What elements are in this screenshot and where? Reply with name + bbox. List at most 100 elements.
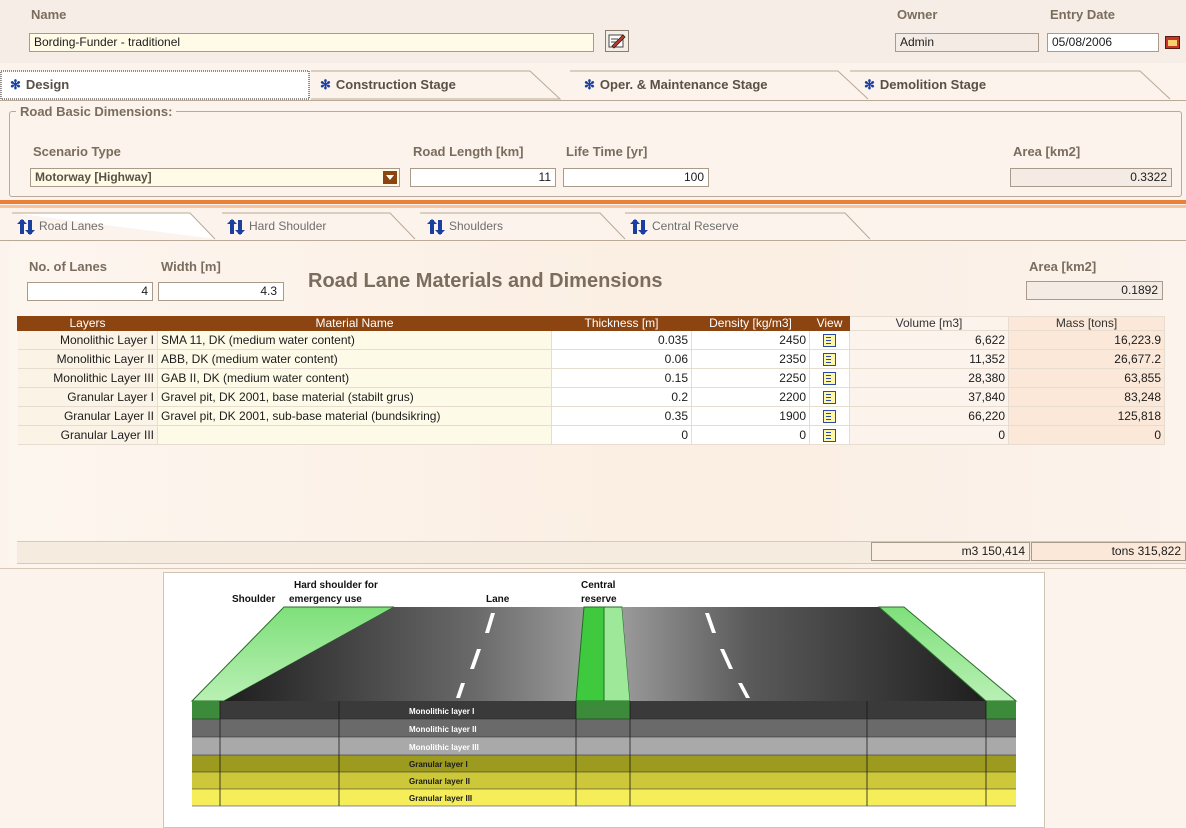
shoulder-edge-right xyxy=(986,701,1016,719)
view-details-icon[interactable] xyxy=(823,334,836,348)
volume-cell: 0 xyxy=(849,425,1009,445)
view-cell[interactable] xyxy=(809,349,850,369)
width-field[interactable]: 4.3 xyxy=(158,282,284,301)
tab-label: Road Lanes xyxy=(39,219,104,233)
name-field[interactable]: Bording-Funder - traditionel xyxy=(29,33,594,52)
no-of-lanes-label: No. of Lanes xyxy=(29,259,108,274)
mass-cell: 83,248 xyxy=(1008,387,1165,407)
table-row[interactable]: Granular Layer II Gravel pit, DK 2001, s… xyxy=(17,406,1165,426)
layer-band xyxy=(192,789,1016,806)
central-reserve-edge xyxy=(576,701,630,719)
tab-label: Demolition Stage xyxy=(879,77,987,92)
tab-central-reserve[interactable]: Central Reserve xyxy=(626,213,739,239)
material-cell[interactable]: GAB II, DK (medium water content) xyxy=(157,368,552,388)
view-cell[interactable] xyxy=(809,387,850,407)
layer-stack xyxy=(192,701,1016,807)
volume-cell: 28,380 xyxy=(849,368,1009,388)
density-cell[interactable]: 2450 xyxy=(691,330,810,350)
diagram-label-shoulder: Shoulder xyxy=(232,594,275,605)
material-cell[interactable] xyxy=(157,425,552,445)
mass-cell: 63,855 xyxy=(1008,368,1165,388)
tab-label: Shoulders xyxy=(449,219,504,233)
layer-cell: Granular Layer I xyxy=(17,387,158,407)
tab-construction-stage[interactable]: ✻ Construction Stage xyxy=(312,71,456,99)
view-cell[interactable] xyxy=(809,368,850,388)
layer-label: Monolithic layer II xyxy=(409,725,477,734)
lane-materials-title: Road Lane Materials and Dimensions xyxy=(308,270,663,292)
life-time-label: Life Time [yr] xyxy=(566,144,648,159)
diagram-label-hard-shoulder-1: Hard shoulder for xyxy=(294,580,378,591)
calendar-icon[interactable] xyxy=(1165,36,1180,49)
thickness-cell[interactable]: 0.2 xyxy=(551,387,692,407)
density-cell[interactable]: 2350 xyxy=(691,349,810,369)
thickness-cell[interactable]: 0.06 xyxy=(551,349,692,369)
view-details-icon[interactable] xyxy=(823,410,836,424)
thickness-cell[interactable]: 0 xyxy=(551,425,692,445)
entry-date-field[interactable]: 05/08/2006 xyxy=(1047,33,1159,52)
tab-demolition-stage[interactable]: ✻ Demolition Stage xyxy=(856,71,986,99)
col-header-layers[interactable]: Layers xyxy=(17,316,158,331)
table-row[interactable]: Granular Layer III 0 0 0 0 xyxy=(17,425,1165,445)
material-cell[interactable]: Gravel pit, DK 2001, sub-base material (… xyxy=(157,406,552,426)
tab-shoulders[interactable]: Shoulders xyxy=(423,213,503,239)
sort-arrows-icon xyxy=(227,218,245,235)
section-divider-light xyxy=(0,205,1186,208)
edit-icon xyxy=(608,34,626,49)
thickness-cell[interactable]: 0.15 xyxy=(551,368,692,388)
thickness-cell[interactable]: 0.035 xyxy=(551,330,692,350)
entry-date-label: Entry Date xyxy=(1050,7,1116,22)
view-cell[interactable] xyxy=(809,330,850,350)
asterisk-icon: ✻ xyxy=(584,77,595,92)
view-details-icon[interactable] xyxy=(823,353,836,367)
dropdown-arrow-icon[interactable] xyxy=(383,171,397,184)
layer-cell: Granular Layer III xyxy=(17,425,158,445)
material-cell[interactable]: Gravel pit, DK 2001, base material (stab… xyxy=(157,387,552,407)
lanes-area-field: 0.1892 xyxy=(1026,281,1163,300)
volume-cell: 11,352 xyxy=(849,349,1009,369)
header-panel xyxy=(0,0,1186,63)
material-cell[interactable]: ABB, DK (medium water content) xyxy=(157,349,552,369)
view-details-icon[interactable] xyxy=(823,429,836,443)
density-cell[interactable]: 2200 xyxy=(691,387,810,407)
tab-label: Oper. & Maintenance Stage xyxy=(599,77,768,92)
mass-cell: 16,223.9 xyxy=(1008,330,1165,350)
table-row[interactable]: Monolithic Layer III GAB II, DK (medium … xyxy=(17,368,1165,388)
tab-road-lanes[interactable]: Road Lanes xyxy=(13,213,104,239)
view-cell[interactable] xyxy=(809,425,850,445)
area-field: 0.3322 xyxy=(1010,168,1172,187)
table-header-row: Layers Material Name Thickness [m] Densi… xyxy=(17,316,1165,331)
no-of-lanes-field[interactable]: 4 xyxy=(27,282,153,301)
volume-cell: 37,840 xyxy=(849,387,1009,407)
tab-oper-maintenance-stage[interactable]: ✻ Oper. & Maintenance Stage xyxy=(576,71,768,99)
total-mass: tons 315,822 xyxy=(1031,542,1186,561)
tab-hard-shoulder[interactable]: Hard Shoulder xyxy=(223,213,326,239)
col-header-volume[interactable]: Volume [m3] xyxy=(849,316,1009,331)
col-header-material[interactable]: Material Name xyxy=(157,316,552,331)
material-cell[interactable]: SMA 11, DK (medium water content) xyxy=(157,330,552,350)
density-cell[interactable]: 1900 xyxy=(691,406,810,426)
table-row[interactable]: Granular Layer I Gravel pit, DK 2001, ba… xyxy=(17,387,1165,407)
col-header-view[interactable]: View xyxy=(809,316,850,331)
col-header-thickness[interactable]: Thickness [m] xyxy=(551,316,692,331)
diagram-label-central-2: reserve xyxy=(581,594,617,605)
table-row[interactable]: Monolithic Layer II ABB, DK (medium wate… xyxy=(17,349,1165,369)
mass-cell: 26,677.2 xyxy=(1008,349,1165,369)
table-row[interactable]: Monolithic Layer I SMA 11, DK (medium wa… xyxy=(17,330,1165,350)
mass-cell: 0 xyxy=(1008,425,1165,445)
edit-name-button[interactable] xyxy=(605,30,629,52)
col-header-density[interactable]: Density [kg/m3] xyxy=(691,316,810,331)
thickness-cell[interactable]: 0.35 xyxy=(551,406,692,426)
density-cell[interactable]: 2250 xyxy=(691,368,810,388)
road-length-field[interactable]: 11 xyxy=(410,168,556,187)
tab-design[interactable]: ✻ Design xyxy=(2,71,69,99)
view-cell[interactable] xyxy=(809,406,850,426)
view-details-icon[interactable] xyxy=(823,391,836,405)
layer-band xyxy=(192,719,1016,737)
density-cell[interactable]: 0 xyxy=(691,425,810,445)
road-length-label: Road Length [km] xyxy=(413,144,524,159)
scenario-type-value: Motorway [Highway] xyxy=(35,170,152,184)
scenario-type-select[interactable]: Motorway [Highway] xyxy=(30,168,400,187)
view-details-icon[interactable] xyxy=(823,372,836,386)
life-time-field[interactable]: 100 xyxy=(563,168,709,187)
col-header-mass[interactable]: Mass [tons] xyxy=(1008,316,1165,331)
